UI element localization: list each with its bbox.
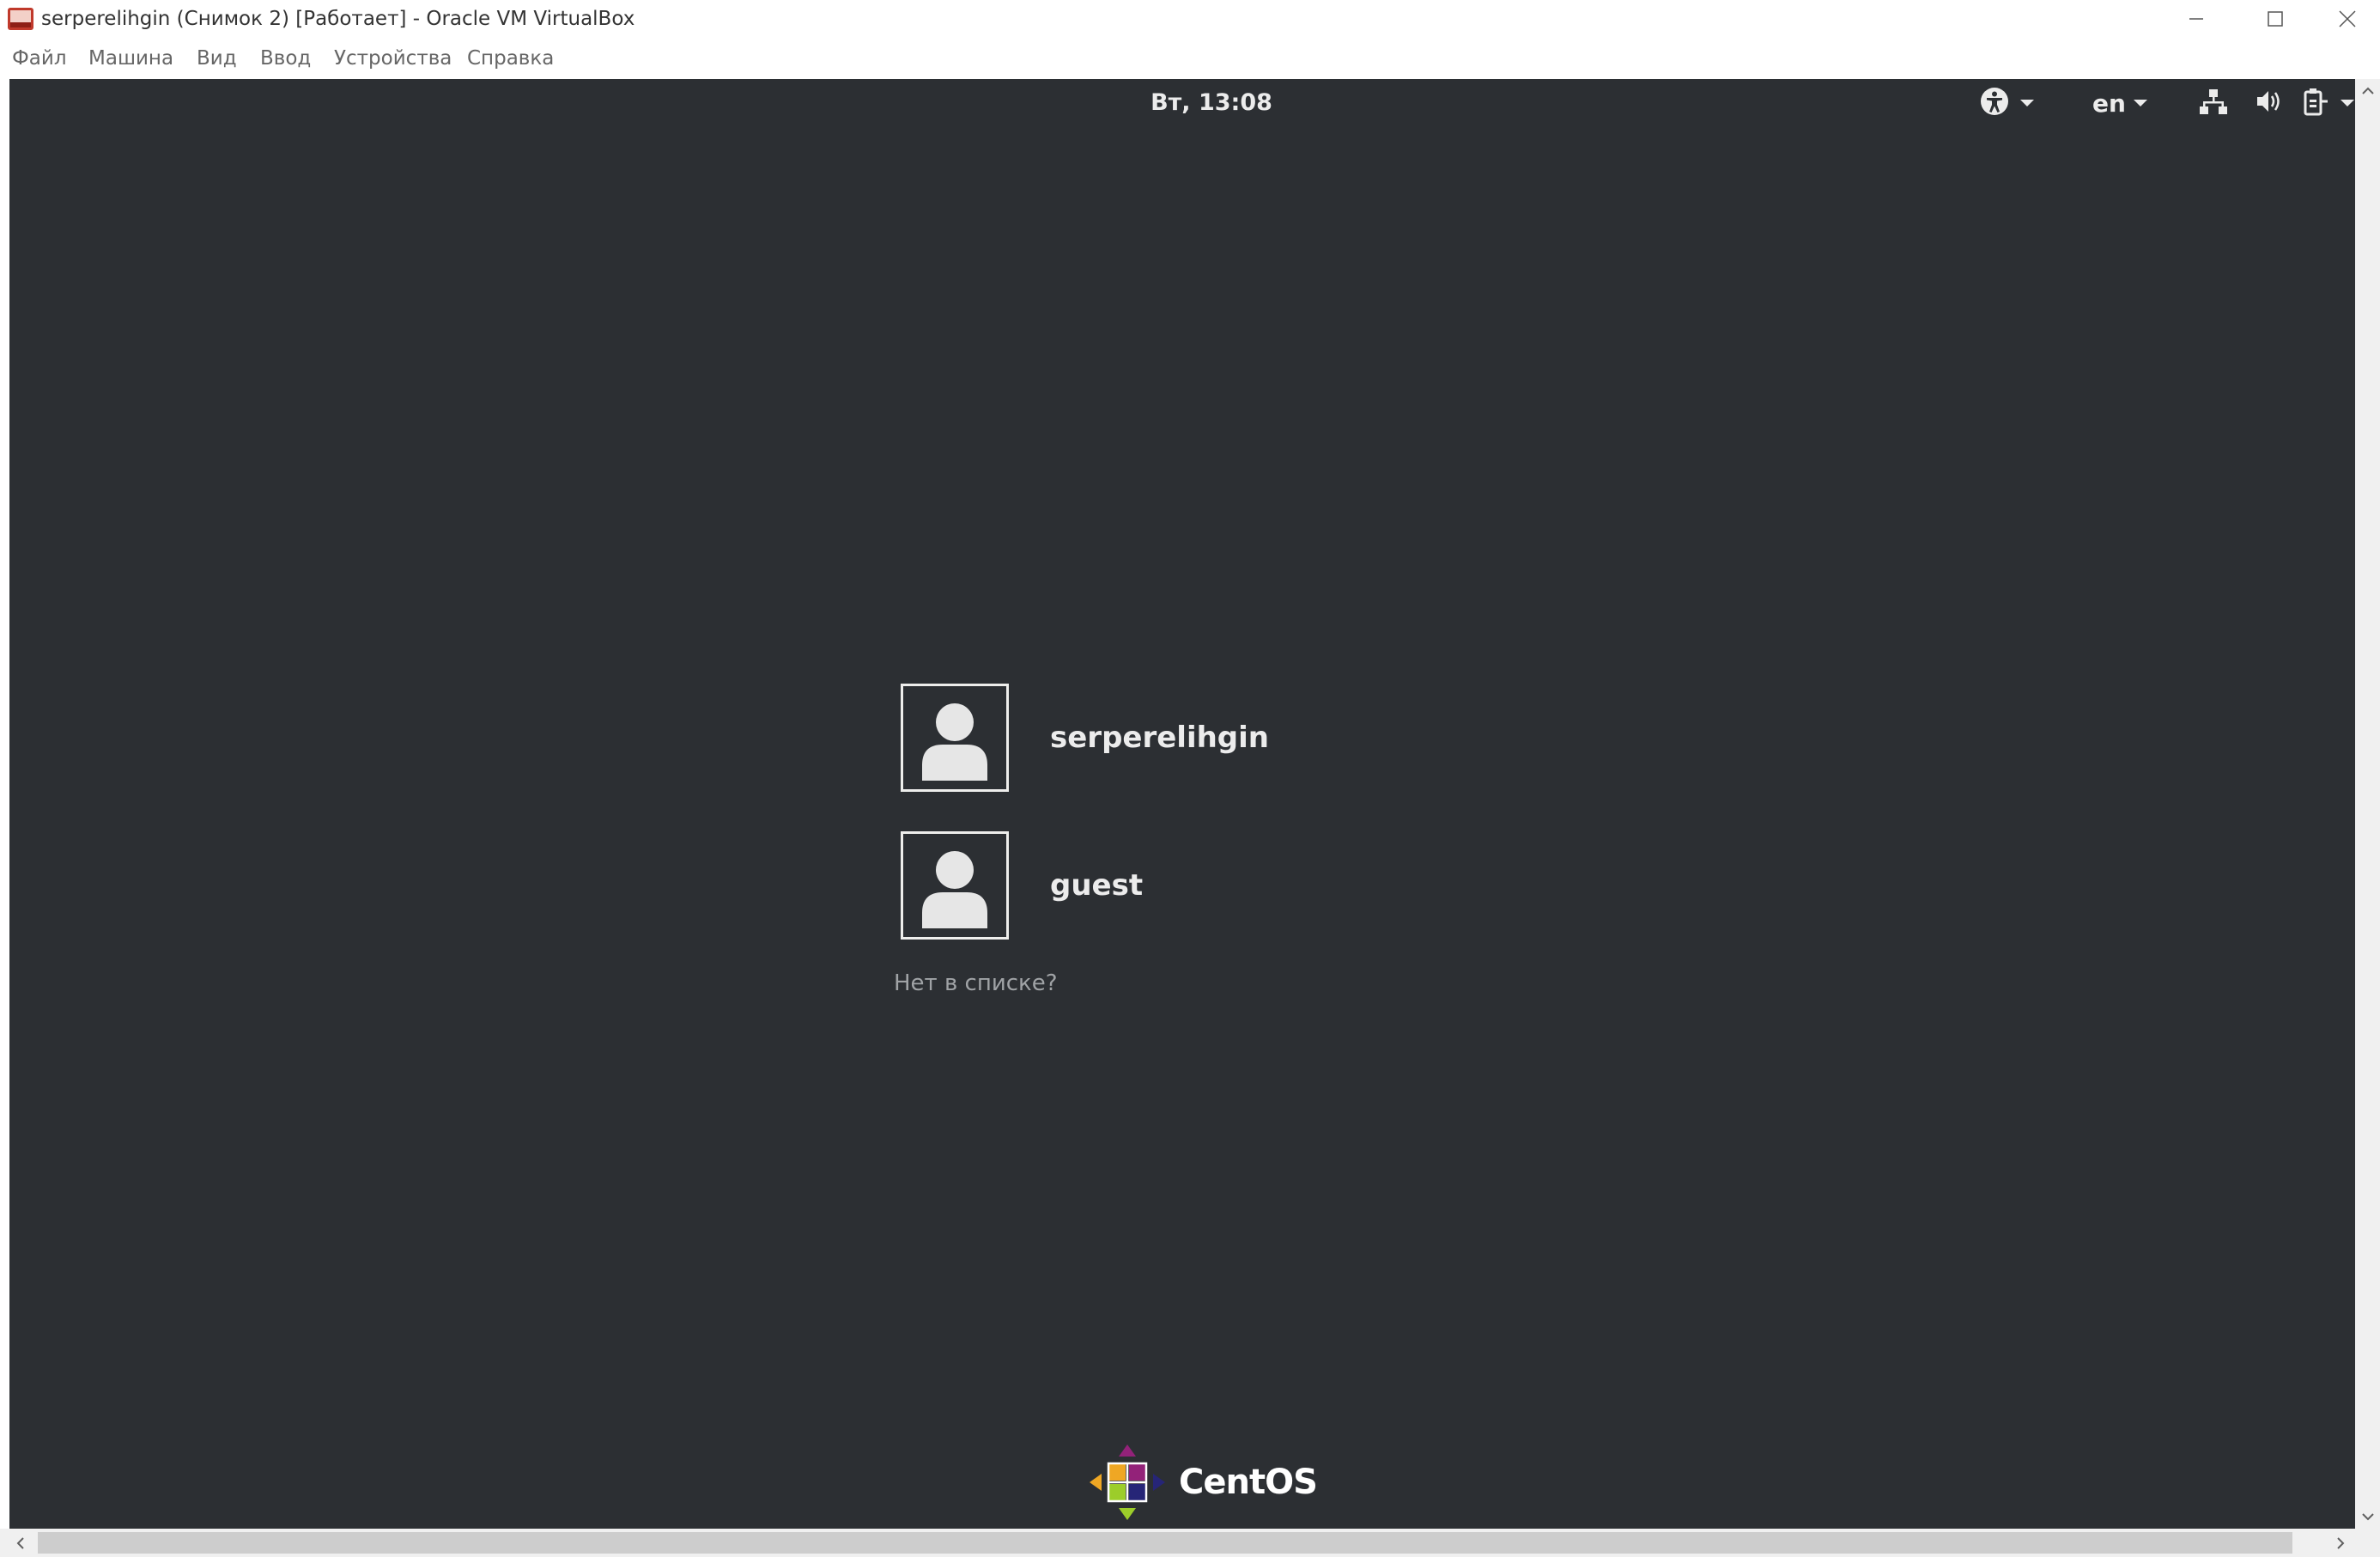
- user-name: guest: [1050, 868, 1144, 903]
- not-listed-link[interactable]: Нет в списке?: [894, 970, 1058, 996]
- user-name: serperelihgin: [1050, 721, 1269, 755]
- user-item-guest[interactable]: guest: [901, 831, 1416, 941]
- scroll-right-arrow[interactable]: [2323, 1529, 2358, 1557]
- menu-machine[interactable]: Машина: [88, 38, 173, 79]
- gnome-top-bar: Вт, 13:08 en: [9, 79, 2355, 127]
- accessibility-icon: [1980, 87, 2009, 119]
- vertical-scrollbar[interactable]: [2355, 79, 2380, 1529]
- network-status[interactable]: [2199, 79, 2228, 127]
- user-avatar-icon: [922, 703, 987, 781]
- scroll-down-arrow[interactable]: [2355, 1505, 2380, 1529]
- scroll-up-arrow[interactable]: [2355, 79, 2380, 103]
- menu-file[interactable]: Файл: [12, 38, 67, 79]
- horizontal-scrollbar[interactable]: [0, 1529, 2380, 1557]
- horizontal-scrollbar-thumb[interactable]: [38, 1532, 2292, 1554]
- menu-view[interactable]: Вид: [197, 38, 237, 79]
- maximize-button[interactable]: [2236, 0, 2315, 38]
- menu-help[interactable]: Справка: [467, 38, 554, 79]
- avatar: [901, 831, 1009, 940]
- network-icon: [2199, 87, 2228, 119]
- power-menu[interactable]: [2302, 79, 2355, 127]
- vertical-scrollbar-thumb[interactable]: [2359, 103, 2377, 1443]
- centos-logo-icon: [1090, 1444, 1165, 1520]
- user-avatar-icon: [922, 851, 987, 928]
- centos-logo-text: CentOS: [1179, 1463, 1318, 1502]
- power-menu-icon: [2302, 87, 2331, 119]
- language-menu[interactable]: en: [2092, 79, 2148, 127]
- scroll-left-arrow[interactable]: [3, 1529, 38, 1557]
- virtualbox-app-icon[interactable]: [7, 5, 34, 33]
- menu-input[interactable]: Ввод: [260, 38, 311, 79]
- minimize-button[interactable]: [2157, 0, 2236, 38]
- close-button[interactable]: [2315, 0, 2380, 38]
- menu-bar: Файл Машина Вид Ввод Устройства Справка: [0, 38, 2380, 79]
- guest-screen[interactable]: Вт, 13:08 en serperelihgin guest Нет в с…: [9, 79, 2355, 1529]
- menu-devices[interactable]: Устройства: [334, 38, 452, 79]
- chevron-down-icon: [2340, 95, 2355, 112]
- chevron-down-icon: [2019, 95, 2035, 112]
- user-item-serperelihgin[interactable]: serperelihgin: [901, 684, 1416, 794]
- chevron-down-icon: [2133, 95, 2148, 112]
- clock[interactable]: Вт, 13:08: [1126, 79, 1297, 127]
- volume-icon: [2255, 88, 2282, 119]
- window-titlebar: serperelihgin (Снимок 2) [Работает] - Or…: [0, 0, 2380, 38]
- avatar: [901, 684, 1009, 792]
- window-title: serperelihgin (Снимок 2) [Работает] - Or…: [41, 8, 635, 30]
- accessibility-menu[interactable]: [1980, 79, 2035, 127]
- language-label: en: [2092, 88, 2126, 118]
- volume-status[interactable]: [2255, 79, 2282, 127]
- centos-logo: CentOS: [1088, 1441, 1318, 1524]
